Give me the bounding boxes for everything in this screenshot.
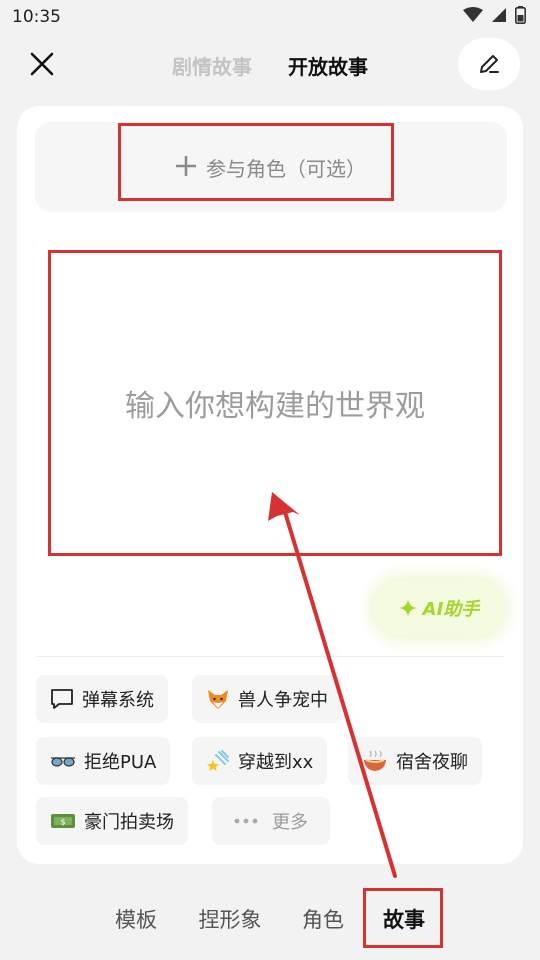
chip-label: 豪门拍卖场	[84, 812, 174, 833]
header: 剧情故事 开放故事	[0, 34, 540, 96]
chip-label: 弹幕系统	[82, 690, 154, 711]
chip-label: 拒绝PUA	[84, 752, 157, 773]
add-role-label: 参与角色（可选）	[206, 156, 366, 181]
tab-plot-story[interactable]: 剧情故事	[172, 51, 252, 80]
nav-avatar-maker-label: 捏形象	[198, 908, 262, 932]
template-chip-more[interactable]: 更多	[212, 797, 330, 845]
plus-icon	[175, 153, 197, 181]
chip-label: 兽人争宠中	[238, 690, 328, 711]
wifi-icon	[463, 6, 483, 28]
tab-open-story[interactable]: 开放故事	[288, 51, 368, 80]
fox-face-icon	[206, 687, 230, 711]
nav-stories-label: 故事	[383, 908, 425, 932]
chip-label: 穿越到xx	[238, 752, 314, 773]
nav-stories[interactable]: 故事	[366, 878, 442, 960]
money-bill-icon: $	[50, 812, 76, 830]
chip-label: 更多	[272, 812, 308, 833]
nav-templates[interactable]: 模板	[100, 878, 172, 960]
template-chip-reject-pua[interactable]: 拒绝PUA	[36, 737, 171, 785]
edit-button[interactable]	[458, 38, 520, 90]
chip-label: 宿舍夜聊	[396, 752, 468, 773]
template-chip-time-travel[interactable]: 穿越到xx	[192, 737, 328, 785]
close-icon	[30, 52, 54, 76]
sparkle-icon	[398, 599, 417, 617]
template-chip-dorm-chat[interactable]: 宿舍夜聊	[348, 737, 482, 785]
template-chip-danmaku[interactable]: 弹幕系统	[36, 675, 168, 723]
divider	[36, 656, 504, 657]
ai-assistant-label: AI助手	[422, 599, 480, 620]
nav-characters[interactable]: 角色	[288, 878, 358, 960]
signal-icon	[491, 7, 507, 28]
status-time: 10:35	[12, 7, 61, 27]
nav-avatar-maker[interactable]: 捏形象	[186, 878, 274, 960]
ai-assistant-button[interactable]: AI助手	[374, 580, 504, 636]
speech-bubble-icon	[50, 687, 74, 711]
ellipsis-icon	[234, 818, 258, 824]
template-chip-beastman[interactable]: 兽人争宠中	[192, 675, 342, 723]
nav-templates-label: 模板	[115, 908, 157, 932]
battery-icon	[515, 5, 526, 29]
sunglasses-icon	[50, 751, 76, 771]
status-bar: 10:35	[0, 0, 540, 34]
noodle-bowl-icon	[362, 749, 388, 773]
shooting-star-icon	[206, 749, 230, 773]
bottom-nav: 模板 捏形象 角色 故事	[0, 878, 540, 960]
nav-characters-label: 角色	[302, 908, 344, 932]
worldview-input[interactable]: 输入你想构建的世界观	[48, 250, 502, 556]
add-role-button[interactable]: 参与角色（可选）	[35, 122, 507, 212]
template-chip-auction[interactable]: $ 豪门拍卖场	[36, 797, 188, 845]
close-button[interactable]	[24, 46, 60, 82]
status-icons	[463, 5, 526, 29]
svg-text:$: $	[60, 818, 65, 827]
pencil-icon	[480, 55, 499, 73]
worldview-placeholder: 输入你想构建的世界观	[125, 389, 425, 424]
